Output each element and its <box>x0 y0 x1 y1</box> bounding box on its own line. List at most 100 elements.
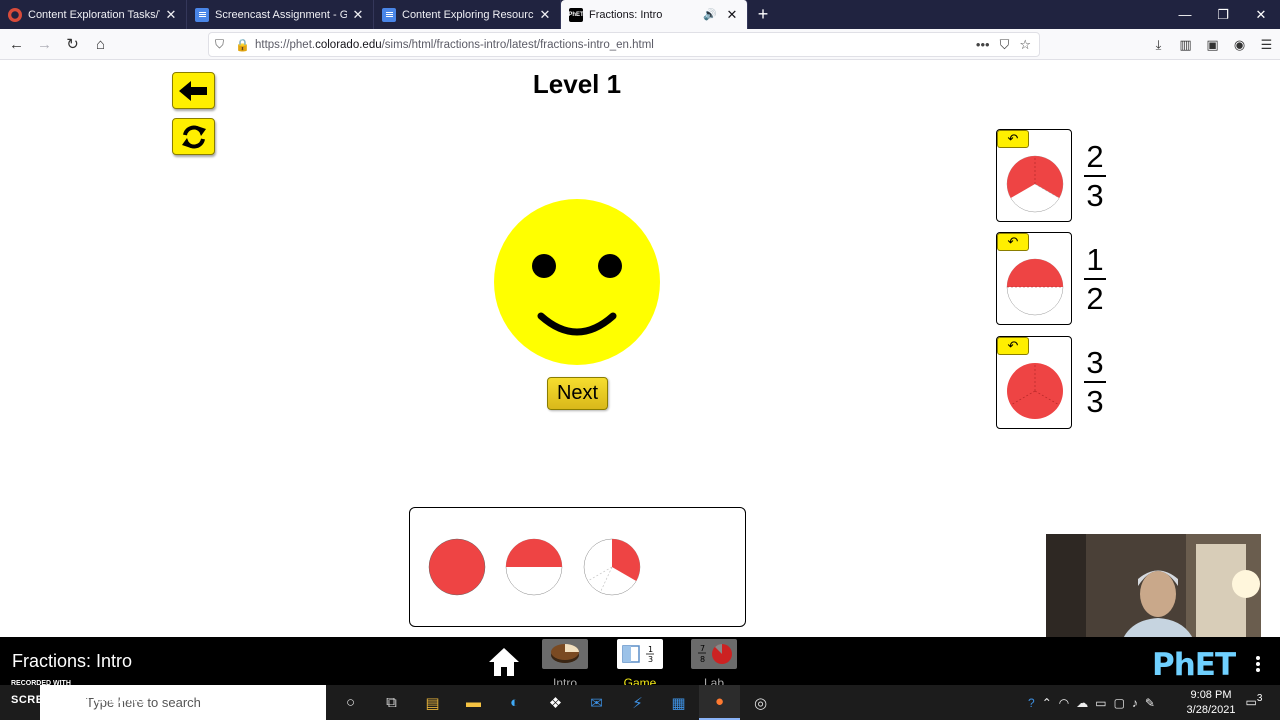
browser-nav-bar: ← → ↻ ⌂ ⛉ 🔒 https://phet.colorado.edu/si… <box>0 29 1280 60</box>
account-icon[interactable]: ◉ <box>1226 37 1253 53</box>
lock-icon[interactable]: 🔒 <box>235 38 250 52</box>
firefox-icon[interactable]: ● <box>699 685 740 720</box>
clock-time: 9:08 PM <box>1190 689 1232 701</box>
close-icon[interactable]: ✕ <box>538 7 552 23</box>
svg-text:1: 1 <box>648 645 653 654</box>
target-fraction-3: 33 <box>1080 347 1110 417</box>
sim-title: Fractions: Intro <box>12 651 133 671</box>
menu-icon[interactable]: ☰ <box>1253 37 1280 53</box>
browser-tab-2[interactable]: Screencast Assignment - Goog ✕ <box>187 0 374 29</box>
screencast-recorder-icon[interactable]: ◎ <box>740 685 781 720</box>
wifi-icon[interactable]: ◠ <box>1059 696 1069 710</box>
lab-screen-icon: 7 8 <box>691 639 737 669</box>
svg-text:8: 8 <box>700 655 705 664</box>
svg-text:7: 7 <box>700 644 705 653</box>
home-icon[interactable] <box>487 645 521 679</box>
screen-button-game[interactable]: 1 3 Game <box>615 639 665 690</box>
next-button[interactable]: Next <box>547 377 608 410</box>
volume-icon[interactable]: ♪ <box>1132 696 1138 710</box>
file-explorer-icon[interactable]: ▬ <box>453 685 494 720</box>
notification-center-icon[interactable]: ▭3 <box>1244 693 1264 713</box>
target-card-three-thirds: ↶ <box>996 336 1072 429</box>
phet-icon: PhET <box>568 7 584 22</box>
phet-logo[interactable]: PhET <box>1152 647 1236 683</box>
tab-title: Content Exploring Resources - <box>402 8 534 21</box>
forward-arrow-icon[interactable]: → <box>31 31 58 58</box>
browser-tab-4-active[interactable]: PhET Fractions: Intro 🔊 ✕ <box>561 0 748 29</box>
download-icon[interactable]: ⤓ <box>1145 37 1172 53</box>
smiley-face-icon <box>494 199 660 365</box>
intro-screen-icon <box>542 639 588 669</box>
pieces-tray <box>409 507 746 627</box>
notification-count: 3 <box>1256 693 1263 704</box>
reload-icon[interactable]: ↻ <box>59 31 86 58</box>
red-circle-icon <box>8 7 22 22</box>
shield-icon[interactable]: ⛉ <box>215 37 229 52</box>
target-fraction-2: 12 <box>1080 244 1110 314</box>
more-actions-icon[interactable]: ••• <box>976 37 990 53</box>
calendar-icon[interactable]: ▦ <box>658 685 699 720</box>
show-hidden-icons-icon[interactable]: ⌃ <box>1042 696 1052 710</box>
browser-tab-bar: Content Exploration Tasks/Too ✕ Screenca… <box>0 0 1280 29</box>
close-window-icon[interactable]: ✕ <box>1242 0 1280 29</box>
cloud-icon[interactable]: ☁ <box>1076 696 1088 710</box>
sidebar-icon[interactable]: ▣ <box>1199 37 1226 53</box>
library-icon[interactable]: ▥ <box>1172 37 1199 53</box>
tab-title: Fractions: Intro <box>589 8 663 21</box>
task-view-icon[interactable]: ⧉ <box>371 685 412 720</box>
pocket-icon[interactable]: ⛉ <box>1000 37 1010 53</box>
pen-icon[interactable]: ✎ <box>1145 696 1155 710</box>
cortana-icon[interactable]: ○ <box>330 685 371 720</box>
restore-icon[interactable]: ❐ <box>1204 0 1242 29</box>
undo-icon[interactable]: ↶ <box>997 233 1029 251</box>
address-bar[interactable]: ⛉ 🔒 https://phet.colorado.edu/sims/html/… <box>208 32 1040 57</box>
dropbox-icon[interactable]: ❖ <box>535 685 576 720</box>
google-docs-icon <box>382 7 396 22</box>
back-arrow-icon[interactable]: ← <box>3 31 30 58</box>
target-card-one-half: ↶ <box>996 232 1072 325</box>
next-button-label: Next <box>556 382 599 404</box>
browser-tab-1[interactable]: Content Exploration Tasks/Too ✕ <box>0 0 187 29</box>
home-icon[interactable]: ⌂ <box>87 31 114 58</box>
level-title: Level 1 <box>532 69 622 99</box>
undo-icon[interactable]: ↶ <box>997 337 1029 355</box>
phet-menu-icon[interactable] <box>1254 654 1262 674</box>
store-icon[interactable]: ▤ <box>412 685 453 720</box>
new-tab-button[interactable]: + <box>748 0 778 29</box>
browser-tab-3[interactable]: Content Exploring Resources - ✕ <box>374 0 561 29</box>
undo-icon[interactable]: ↶ <box>997 130 1029 148</box>
pie-piece-half[interactable] <box>505 538 563 596</box>
back-button[interactable] <box>172 72 215 109</box>
windows-taskbar: Type here to search SCREENCAST-O-MATIC ○… <box>0 685 1280 720</box>
speaker-icon[interactable]: 🔊 <box>703 8 717 21</box>
pie-three-thirds <box>1007 363 1063 419</box>
target-card-two-thirds: ↶ <box>996 129 1072 222</box>
screen-button-lab[interactable]: 7 8 Lab <box>689 639 739 690</box>
minimize-icon[interactable]: — <box>1166 0 1204 29</box>
clock-date: 3/28/2021 <box>1186 704 1236 716</box>
google-docs-icon <box>195 7 209 22</box>
screen-button-intro[interactable]: Intro <box>540 639 590 690</box>
pie-piece-third[interactable] <box>583 538 641 596</box>
mail-icon[interactable]: ✉ <box>576 685 617 720</box>
taskbar-clock[interactable]: 9:08 PM 3/28/2021 <box>1180 688 1242 718</box>
pie-piece-whole[interactable] <box>428 538 486 596</box>
help-icon[interactable]: ? <box>1028 696 1035 710</box>
close-icon[interactable]: ✕ <box>725 7 739 23</box>
screencast-watermark: SCREENCAST-O-MATIC <box>11 694 146 706</box>
close-icon[interactable]: ✕ <box>351 7 365 23</box>
edge-icon[interactable]: ◐ <box>494 685 535 720</box>
window-controls: — ❐ ✕ <box>1166 0 1280 29</box>
back-arrow-icon <box>178 80 207 101</box>
battery-icon[interactable]: ▭ <box>1095 696 1106 710</box>
game-screen-icon: 1 3 <box>617 639 663 669</box>
vscode-icon[interactable]: ⚡ <box>617 685 658 720</box>
url-text[interactable]: https://phet.colorado.edu/sims/html/frac… <box>255 39 976 51</box>
network-icon[interactable]: ▢ <box>1114 696 1125 710</box>
sim-play-area: Level 1 Next ↶ 23 ↶ 1 2 ↶ 3 3 <box>0 61 1280 654</box>
svg-text:3: 3 <box>648 655 653 664</box>
refresh-button[interactable] <box>172 118 215 155</box>
bookmark-star-icon[interactable]: ☆ <box>1019 37 1031 53</box>
close-icon[interactable]: ✕ <box>164 7 178 23</box>
taskbar-apps: ○ ⧉ ▤ ▬ ◐ ❖ ✉ ⚡ ▦ ● ◎ <box>330 685 781 720</box>
